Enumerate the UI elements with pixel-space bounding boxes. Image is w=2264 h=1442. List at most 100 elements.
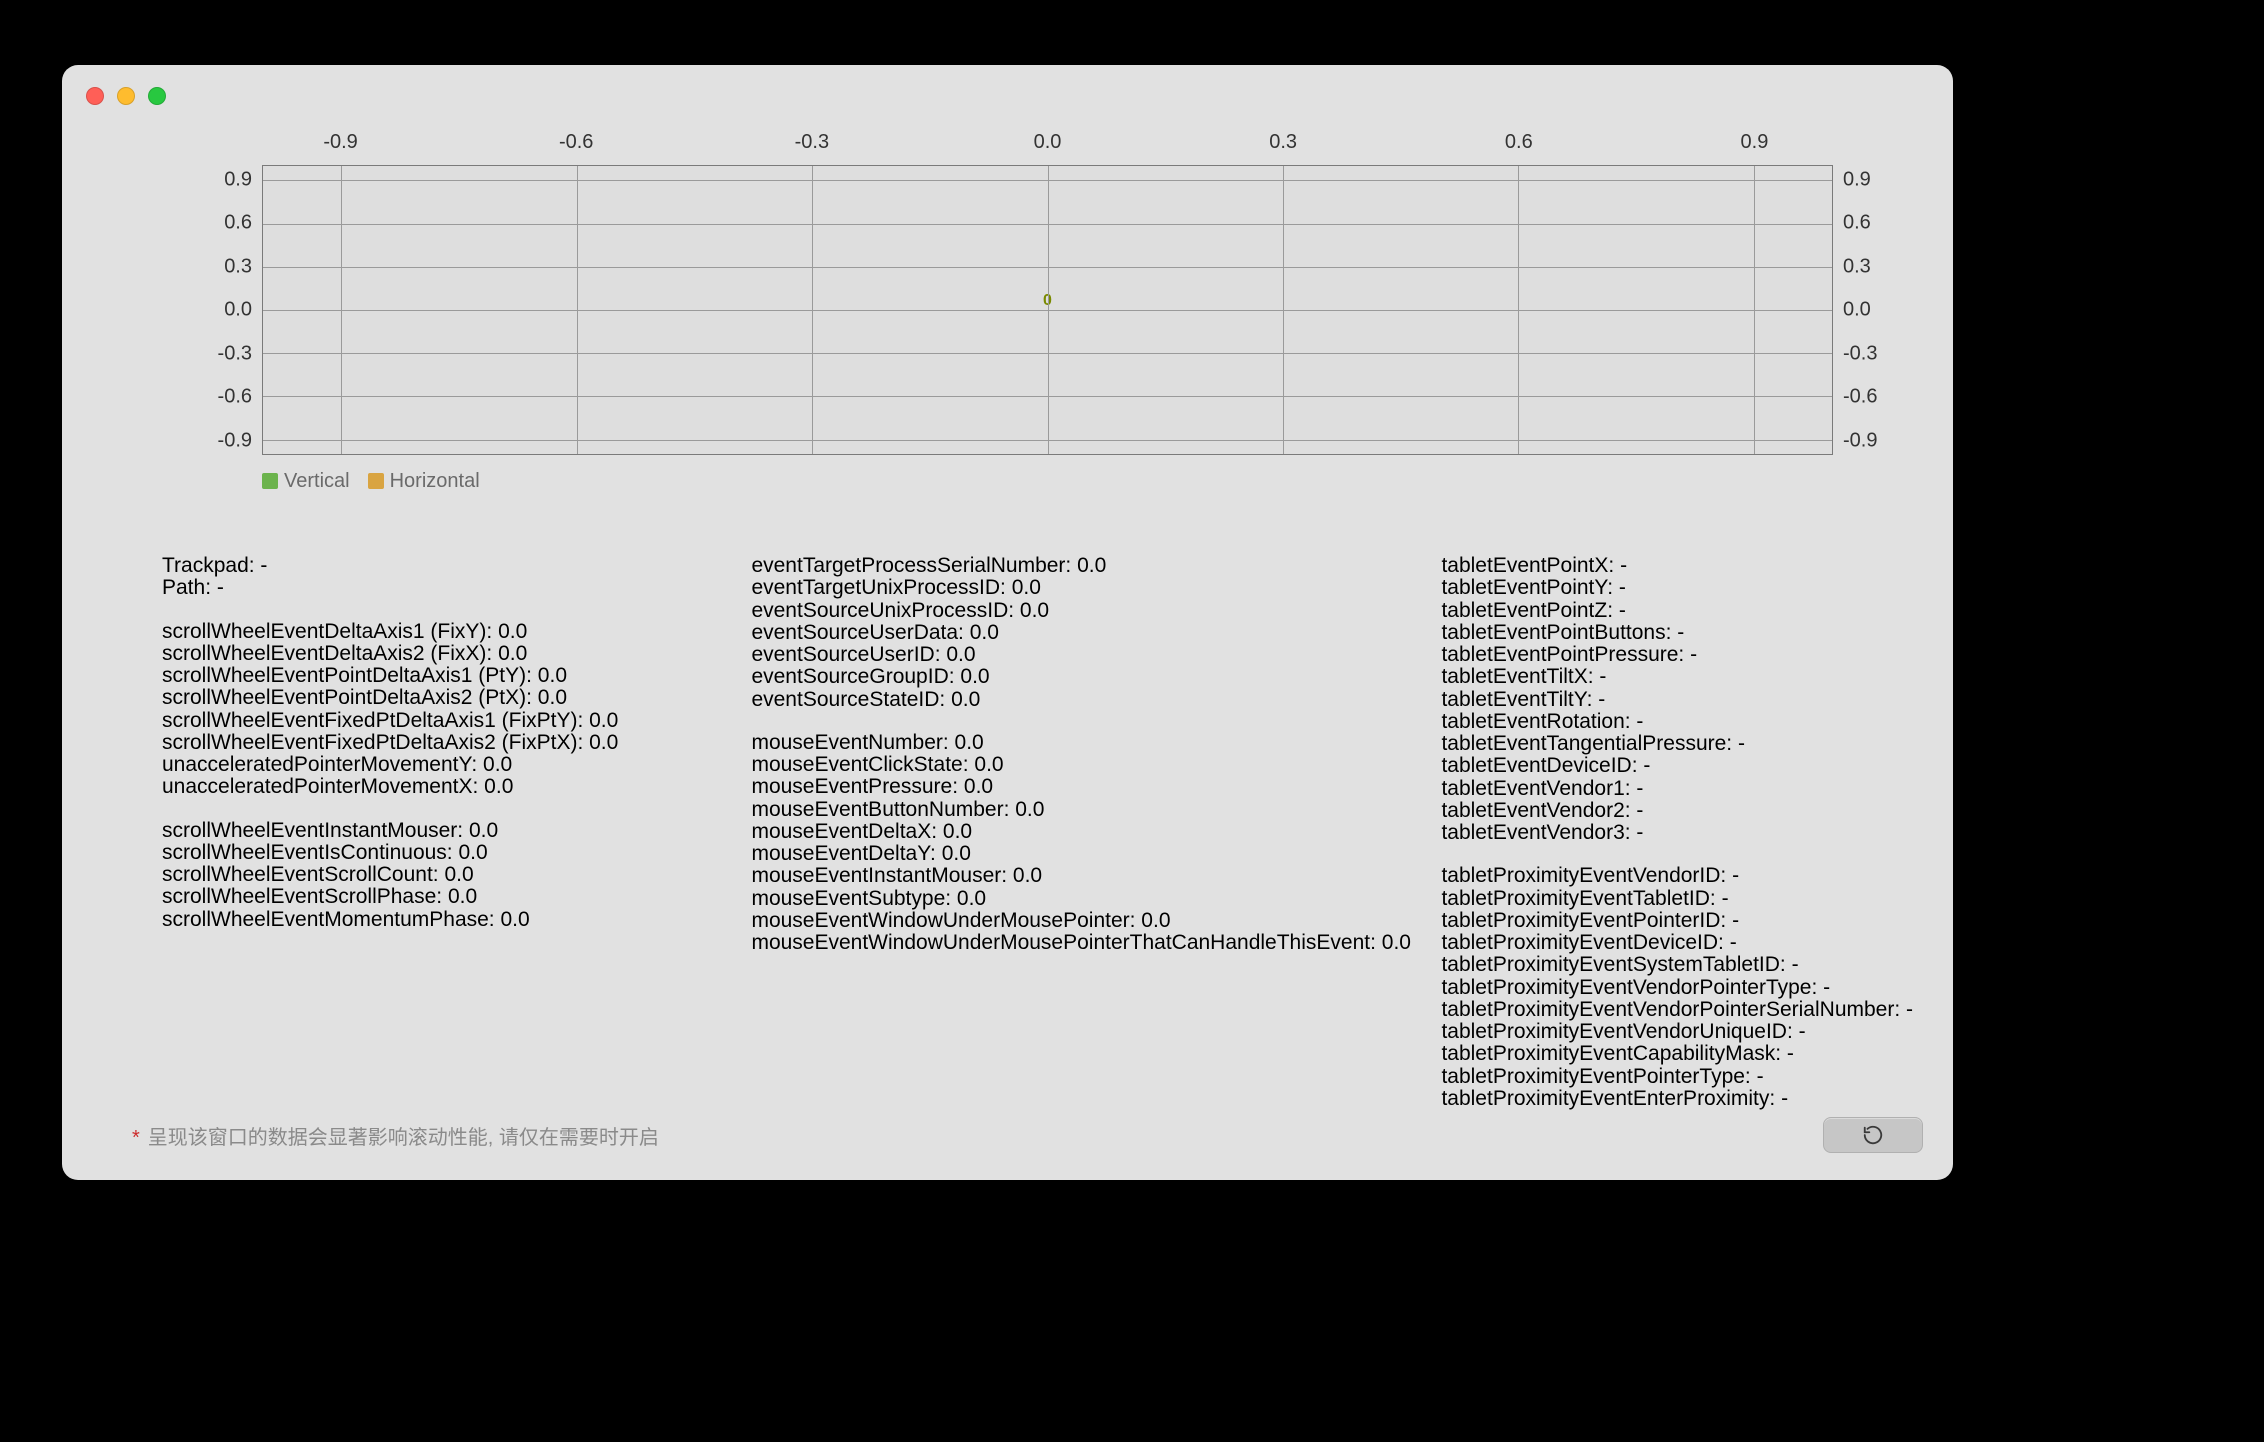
event-field: scrollWheelEventFixedPtDeltaAxis2 (FixPt… — [162, 732, 691, 754]
event-field: eventSourceStateID: 0.0 — [751, 689, 1381, 711]
event-field: tabletEventTangentialPressure: - — [1441, 733, 1913, 755]
y-tick-label: 0.0 — [224, 299, 252, 322]
event-field: tabletProximityEventVendorPointerSerialN… — [1441, 999, 1913, 1021]
event-field: mouseEventInstantMouser: 0.0 — [751, 865, 1381, 887]
x-tick-label: 0.9 — [1741, 131, 1769, 154]
event-field: tabletProximityEventPointerID: - — [1441, 910, 1913, 932]
event-field: mouseEventWindowUnderMousePointer: 0.0 — [751, 910, 1381, 932]
event-field: unacceleratedPointerMovementX: 0.0 — [162, 776, 691, 798]
event-field: tabletEventPointPressure: - — [1441, 644, 1913, 666]
legend-vertical: Vertical — [262, 470, 350, 493]
event-field: tabletProximityEventDeviceID: - — [1441, 932, 1913, 954]
chart: -0.9 -0.6 -0.3 0.0 0.3 0.6 0.9 0.9 0.6 0.3 0.0 -0.… — [122, 125, 1893, 495]
y-tick-label: 0.6 — [1843, 212, 1871, 235]
event-field: mouseEventClickState: 0.0 — [751, 754, 1381, 776]
event-field: scrollWheelEventScrollPhase: 0.0 — [162, 886, 691, 908]
performance-warning: *呈现该窗口的数据会显著影响滚动性能, 请仅在需要时开启 — [132, 1121, 659, 1150]
mouse-event-column: eventTargetProcessSerialNumber: 0.0event… — [751, 555, 1381, 1100]
close-icon[interactable] — [86, 87, 104, 105]
trackpad-info: Trackpad: - — [162, 555, 691, 577]
asterisk-icon: * — [132, 1127, 140, 1149]
event-field: eventSourceUserData: 0.0 — [751, 622, 1381, 644]
y-tick-label: -0.3 — [1843, 342, 1877, 365]
event-field: tabletProximityEventPointerType: - — [1441, 1066, 1913, 1088]
event-field: scrollWheelEventPointDeltaAxis1 (PtY): 0… — [162, 665, 691, 687]
path-info: Path: - — [162, 577, 691, 599]
event-field: scrollWheelEventInstantMouser: 0.0 — [162, 820, 691, 842]
event-field: scrollWheelEventMomentumPhase: 0.0 — [162, 909, 691, 931]
chart-y-ticks-left: 0.9 0.6 0.3 0.0 -0.3 -0.6 -0.9 — [132, 165, 252, 455]
event-field: mouseEventPressure: 0.0 — [751, 776, 1381, 798]
refresh-icon — [1862, 1124, 1884, 1146]
chart-legend: Vertical Horizontal — [262, 467, 480, 495]
chart-x-ticks: -0.9-0.6-0.30.00.30.60.9 — [262, 131, 1833, 157]
event-field: mouseEventDeltaX: 0.0 — [751, 821, 1381, 843]
event-field: tabletProximityEventEnterProximity: - — [1441, 1088, 1913, 1110]
event-field: tabletEventRotation: - — [1441, 711, 1913, 733]
y-tick-label: -0.9 — [1843, 429, 1877, 452]
x-tick-label: 0.0 — [1034, 131, 1062, 154]
square-icon — [368, 473, 384, 489]
event-field: tabletProximityEventVendorID: - — [1441, 865, 1913, 887]
event-field: scrollWheelEventFixedPtDeltaAxis1 (FixPt… — [162, 710, 691, 732]
y-tick-label: 0.3 — [224, 255, 252, 278]
event-field: eventSourceGroupID: 0.0 — [751, 666, 1381, 688]
event-field: tabletProximityEventSystemTabletID: - — [1441, 954, 1913, 976]
y-tick-label: -0.6 — [1843, 386, 1877, 409]
event-data-columns: Trackpad: -Path: - scrollWheelEventDeltaA… — [162, 555, 1913, 1100]
chart-y-ticks-right: 0.9 0.6 0.3 0.0 -0.3 -0.6 -0.9 — [1843, 165, 1893, 455]
y-tick-label: 0.3 — [1843, 255, 1871, 278]
event-field: scrollWheelEventIsContinuous: 0.0 — [162, 842, 691, 864]
event-field: mouseEventButtonNumber: 0.0 — [751, 799, 1381, 821]
x-tick-label: -0.3 — [795, 131, 829, 154]
event-field: mouseEventNumber: 0.0 — [751, 732, 1381, 754]
event-field: tabletEventPointZ: - — [1441, 600, 1913, 622]
y-tick-label: 0.9 — [224, 168, 252, 191]
event-field: mouseEventDeltaY: 0.0 — [751, 843, 1381, 865]
event-field: eventTargetUnixProcessID: 0.0 — [751, 577, 1381, 599]
x-tick-label: -0.9 — [323, 131, 357, 154]
event-field: scrollWheelEventDeltaAxis2 (FixX): 0.0 — [162, 643, 691, 665]
x-tick-label: -0.6 — [559, 131, 593, 154]
event-field: tabletEventVendor1: - — [1441, 778, 1913, 800]
tablet-event-column: tabletEventPointX: -tabletEventPointY: -… — [1441, 555, 1913, 1100]
app-window: -0.9 -0.6 -0.3 0.0 0.3 0.6 0.9 0.9 0.6 0.3 0.0 -0.… — [62, 65, 1953, 1180]
event-field: tabletEventVendor2: - — [1441, 800, 1913, 822]
y-tick-label: 0.0 — [1843, 299, 1871, 322]
event-field: scrollWheelEventPointDeltaAxis2 (PtX): 0… — [162, 687, 691, 709]
legend-horizontal: Horizontal — [368, 470, 480, 493]
event-field: mouseEventWindowUnderMousePointerThatCan… — [751, 932, 1381, 954]
refresh-button[interactable] — [1823, 1117, 1923, 1153]
square-icon — [262, 473, 278, 489]
event-field: scrollWheelEventScrollCount: 0.0 — [162, 864, 691, 886]
event-field: tabletProximityEventVendorPointerType: - — [1441, 977, 1913, 999]
event-field: tabletEventVendor3: - — [1441, 822, 1913, 844]
scroll-event-column: Trackpad: -Path: - scrollWheelEventDeltaA… — [162, 555, 691, 1100]
minimize-icon[interactable] — [117, 87, 135, 105]
event-field: mouseEventSubtype: 0.0 — [751, 888, 1381, 910]
chart-plot-area[interactable]: 0 — [262, 165, 1833, 455]
event-field: tabletEventPointButtons: - — [1441, 622, 1913, 644]
y-tick-label: -0.6 — [218, 386, 252, 409]
event-field: tabletProximityEventVendorUniqueID: - — [1441, 1021, 1913, 1043]
window-traffic-lights — [86, 87, 166, 105]
x-tick-label: 0.3 — [1269, 131, 1297, 154]
event-field: tabletEventTiltY: - — [1441, 689, 1913, 711]
event-field: tabletEventPointX: - — [1441, 555, 1913, 577]
event-field: eventSourceUserID: 0.0 — [751, 644, 1381, 666]
event-field: eventSourceUnixProcessID: 0.0 — [751, 600, 1381, 622]
event-field: tabletProximityEventCapabilityMask: - — [1441, 1043, 1913, 1065]
zoom-icon[interactable] — [148, 87, 166, 105]
y-tick-label: -0.9 — [218, 429, 252, 452]
event-field: tabletEventTiltX: - — [1441, 666, 1913, 688]
event-field: tabletProximityEventTabletID: - — [1441, 888, 1913, 910]
y-tick-label: 0.9 — [1843, 168, 1871, 191]
y-tick-label: 0.6 — [224, 212, 252, 235]
event-field: unacceleratedPointerMovementY: 0.0 — [162, 754, 691, 776]
event-field: tabletEventPointY: - — [1441, 577, 1913, 599]
y-tick-label: -0.3 — [218, 342, 252, 365]
event-field: eventTargetProcessSerialNumber: 0.0 — [751, 555, 1381, 577]
event-field: scrollWheelEventDeltaAxis1 (FixY): 0.0 — [162, 621, 691, 643]
footer: *呈现该窗口的数据会显著影响滚动性能, 请仅在需要时开启 — [132, 1114, 1923, 1156]
event-field: tabletEventDeviceID: - — [1441, 755, 1913, 777]
